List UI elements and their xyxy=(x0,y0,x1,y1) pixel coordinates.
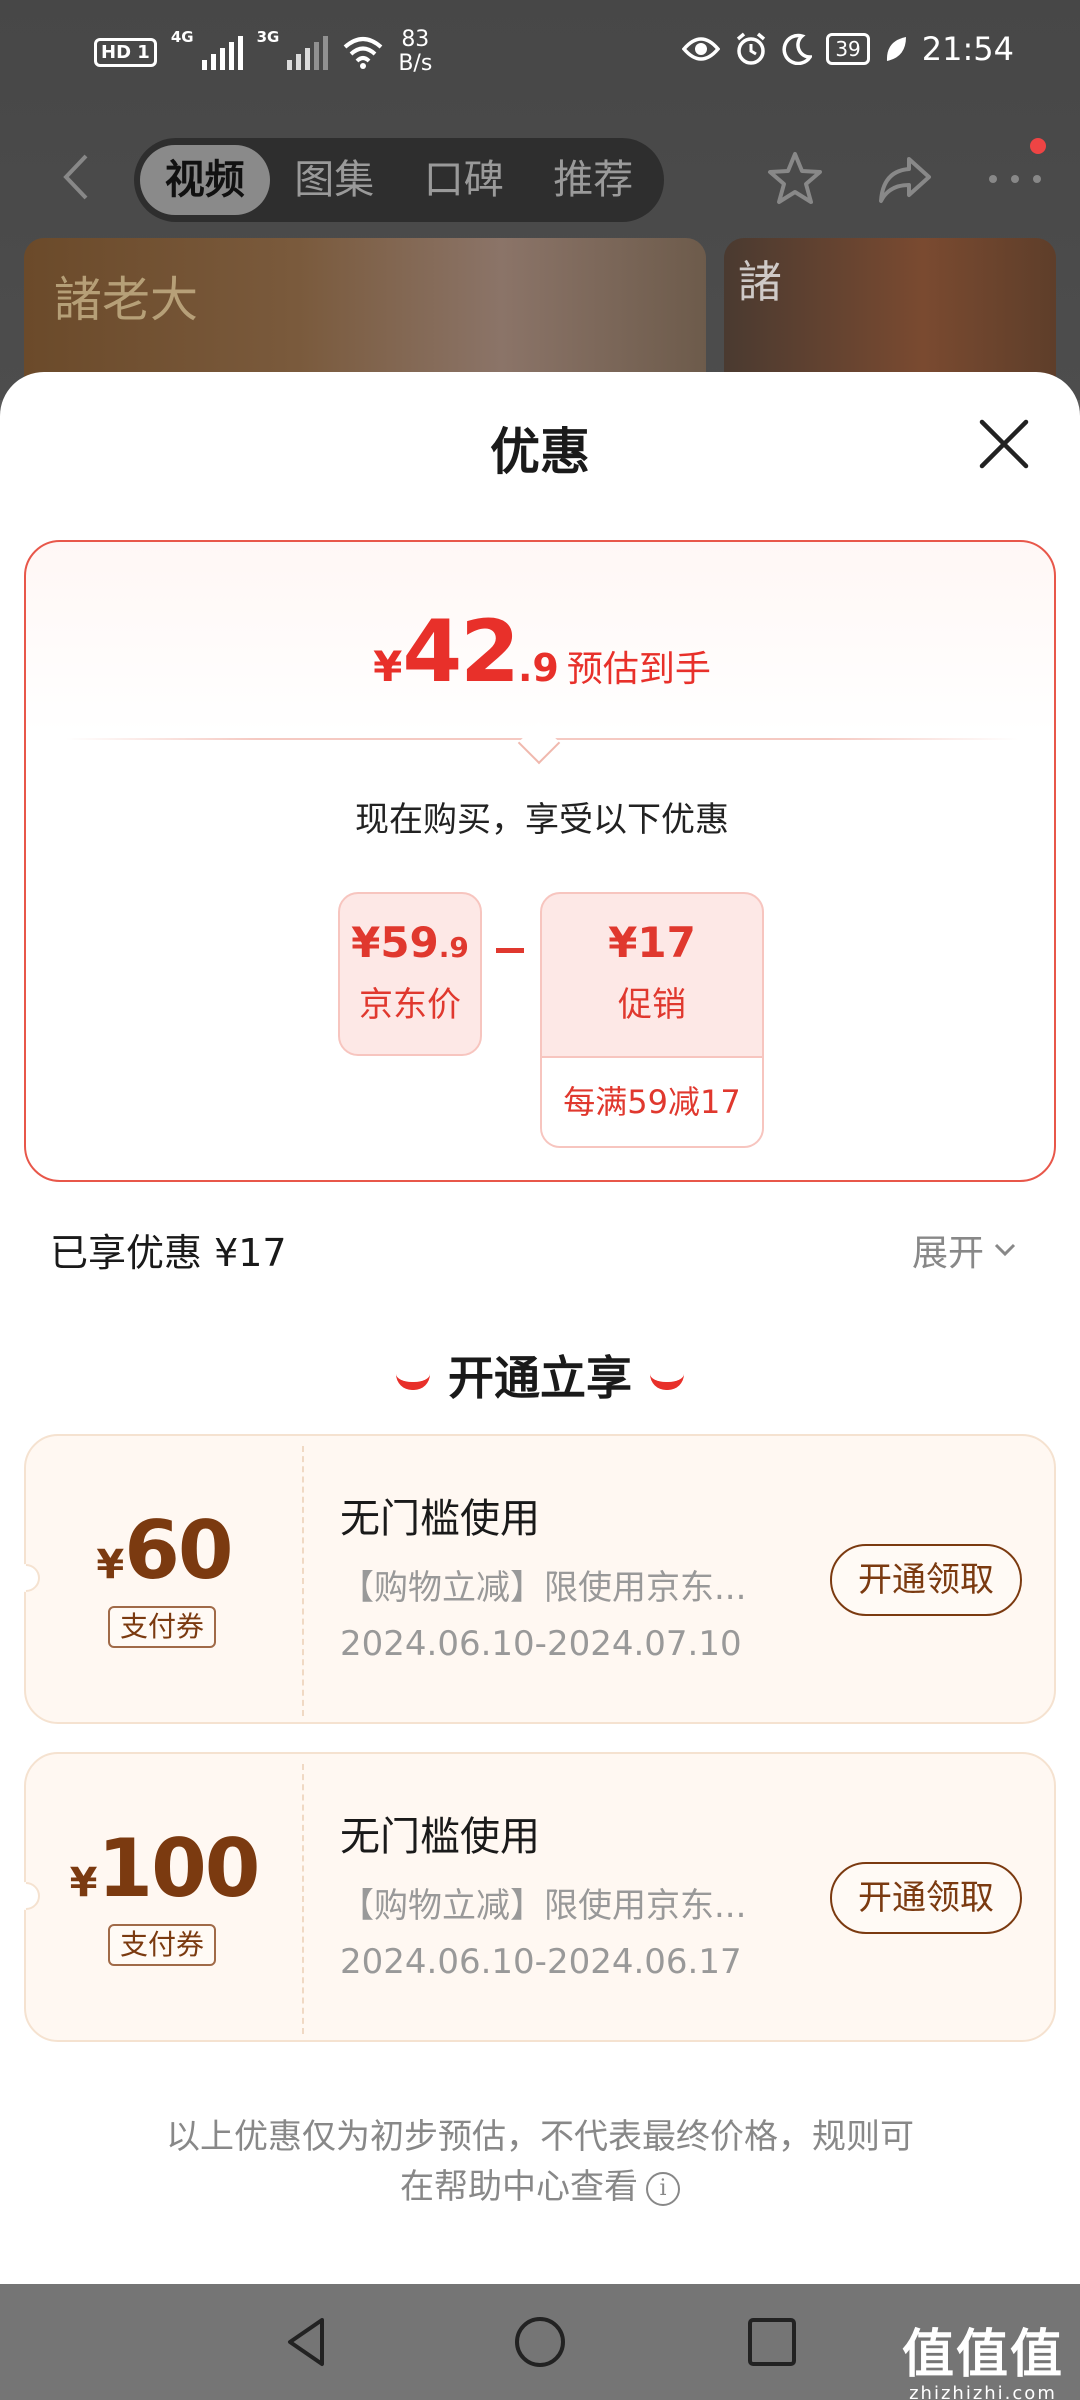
coupon-card: ¥60 支付券 无门槛使用 【购物立减】限使用京东... 2024.06.10-… xyxy=(6,1434,1056,1724)
smile-decoration-icon xyxy=(650,1374,684,1390)
signal-icon xyxy=(201,34,243,70)
disclaimer: 以上优惠仅为初步预估，不代表最终价格，规则可 在帮助中心查看 i xyxy=(0,2112,1080,2212)
coupon-date: 2024.06.10-2024.06.17 xyxy=(340,1942,742,1982)
discount-sheet: 优惠 ¥42.9 预估到手 现在购买，享受以下优惠 ¥59.9 京东价 ¥17 促… xyxy=(0,372,1080,2284)
coupon-desc: 【购物立减】限使用京东... xyxy=(340,1568,747,1608)
promo-rule: 每满59减17 xyxy=(542,1056,762,1146)
network-speed: 83 B/s xyxy=(398,27,433,76)
close-icon[interactable] xyxy=(976,416,1032,472)
disclaimer-line: 以上优惠仅为初步预估，不代表最终价格，规则可 xyxy=(166,2117,914,2157)
coupon-card: ¥100 支付券 无门槛使用 【购物立减】限使用京东... 2024.06.10… xyxy=(6,1752,1056,2042)
chevron-down-icon xyxy=(994,1243,1016,1257)
price-summary-card: ¥42.9 预估到手 现在购买，享受以下优惠 ¥59.9 京东价 ¥17 促销 每… xyxy=(24,540,1056,1182)
network-type-1: 4G xyxy=(170,28,194,46)
sheet-title: 优惠 xyxy=(490,423,590,481)
estimated-price: ¥42.9 预估到手 xyxy=(373,602,711,702)
divider-notch xyxy=(517,721,561,765)
minus-sign xyxy=(496,948,524,953)
smile-decoration-icon xyxy=(396,1374,430,1390)
coupon-divider xyxy=(302,1764,304,2034)
clock-time: 21:54 xyxy=(921,30,1014,68)
wifi-icon xyxy=(344,37,383,69)
signal-icon-2 xyxy=(287,34,329,70)
notification-dot xyxy=(1030,138,1046,154)
coupon-divider xyxy=(302,1446,304,1716)
coupon-date: 2024.06.10-2024.07.10 xyxy=(340,1624,742,1664)
system-nav-bar: 值值值 zhizhizhi.com xyxy=(0,2284,1080,2400)
enjoyed-discount: 已享优惠 ¥17 xyxy=(50,1231,287,1275)
coupon-amount: ¥100 xyxy=(69,1822,261,1915)
expand-button[interactable]: 展开 xyxy=(912,1224,1016,1276)
brand-watermark: 諸老大 xyxy=(54,272,199,328)
alarm-icon xyxy=(737,32,766,65)
info-icon[interactable]: i xyxy=(646,2171,680,2206)
claim-coupon-button[interactable]: 开通领取 xyxy=(830,1862,1022,1934)
claim-coupon-button[interactable]: 开通领取 xyxy=(830,1544,1022,1616)
site-watermark: 值值值 zhizhizhi.com xyxy=(901,2325,1064,2400)
tab-reviews[interactable]: 口碑 xyxy=(399,145,529,215)
tab-recommend[interactable]: 推荐 xyxy=(529,145,659,215)
coupon-title: 无门槛使用 xyxy=(340,1496,540,1542)
network-type-2: 3G xyxy=(256,28,280,46)
eye-icon xyxy=(682,37,721,61)
media-tab-bar: 视频 图集 口碑 推荐 xyxy=(134,138,664,222)
coupon-type-badge: 支付券 xyxy=(108,1924,217,1966)
tab-gallery[interactable]: 图集 xyxy=(270,145,400,215)
coupon-title: 无门槛使用 xyxy=(340,1814,540,1860)
brand-watermark-2: 諸 xyxy=(738,257,782,308)
nav-back-icon[interactable] xyxy=(278,2312,338,2372)
share-icon[interactable] xyxy=(870,144,940,214)
nav-home-icon[interactable] xyxy=(510,2312,570,2372)
coupon-type-badge: 支付券 xyxy=(108,1606,217,1648)
promo-box: ¥17 促销 每满59减17 xyxy=(540,892,764,1148)
more-menu-icon[interactable] xyxy=(980,138,1050,214)
product-top-nav: 视频 图集 口碑 推荐 xyxy=(0,130,1080,230)
moon-icon xyxy=(782,33,813,65)
background-page: HD 1 4G 3G 83 B/s 39 21:54 视频 图集 口碑 推荐 諸… xyxy=(0,0,1080,400)
battery-indicator: 39 xyxy=(826,33,870,65)
favorite-star-icon[interactable] xyxy=(760,144,830,214)
section-title: 开通立享 xyxy=(0,1342,1080,1408)
coupon-amount: ¥60 xyxy=(96,1504,233,1597)
promo-label: 促销 xyxy=(618,985,686,1025)
coupon-desc: 【购物立减】限使用京东... xyxy=(340,1886,747,1926)
tab-video[interactable]: 视频 xyxy=(140,145,270,215)
nav-recents-icon[interactable] xyxy=(742,2312,802,2372)
hd-badge: HD 1 xyxy=(94,37,157,67)
buy-note: 现在购买，享受以下优惠 xyxy=(355,800,729,840)
status-bar: HD 1 4G 3G 83 B/s 39 21:54 xyxy=(0,0,1080,110)
jd-price-box: ¥59.9 京东价 xyxy=(338,892,482,1056)
promo-value: ¥17 xyxy=(608,918,696,967)
jd-price-label: 京东价 xyxy=(359,985,461,1025)
disclaimer-line: 在帮助中心查看 i xyxy=(0,2162,1080,2212)
back-arrow-icon[interactable] xyxy=(56,152,96,202)
leaf-icon xyxy=(886,37,906,61)
